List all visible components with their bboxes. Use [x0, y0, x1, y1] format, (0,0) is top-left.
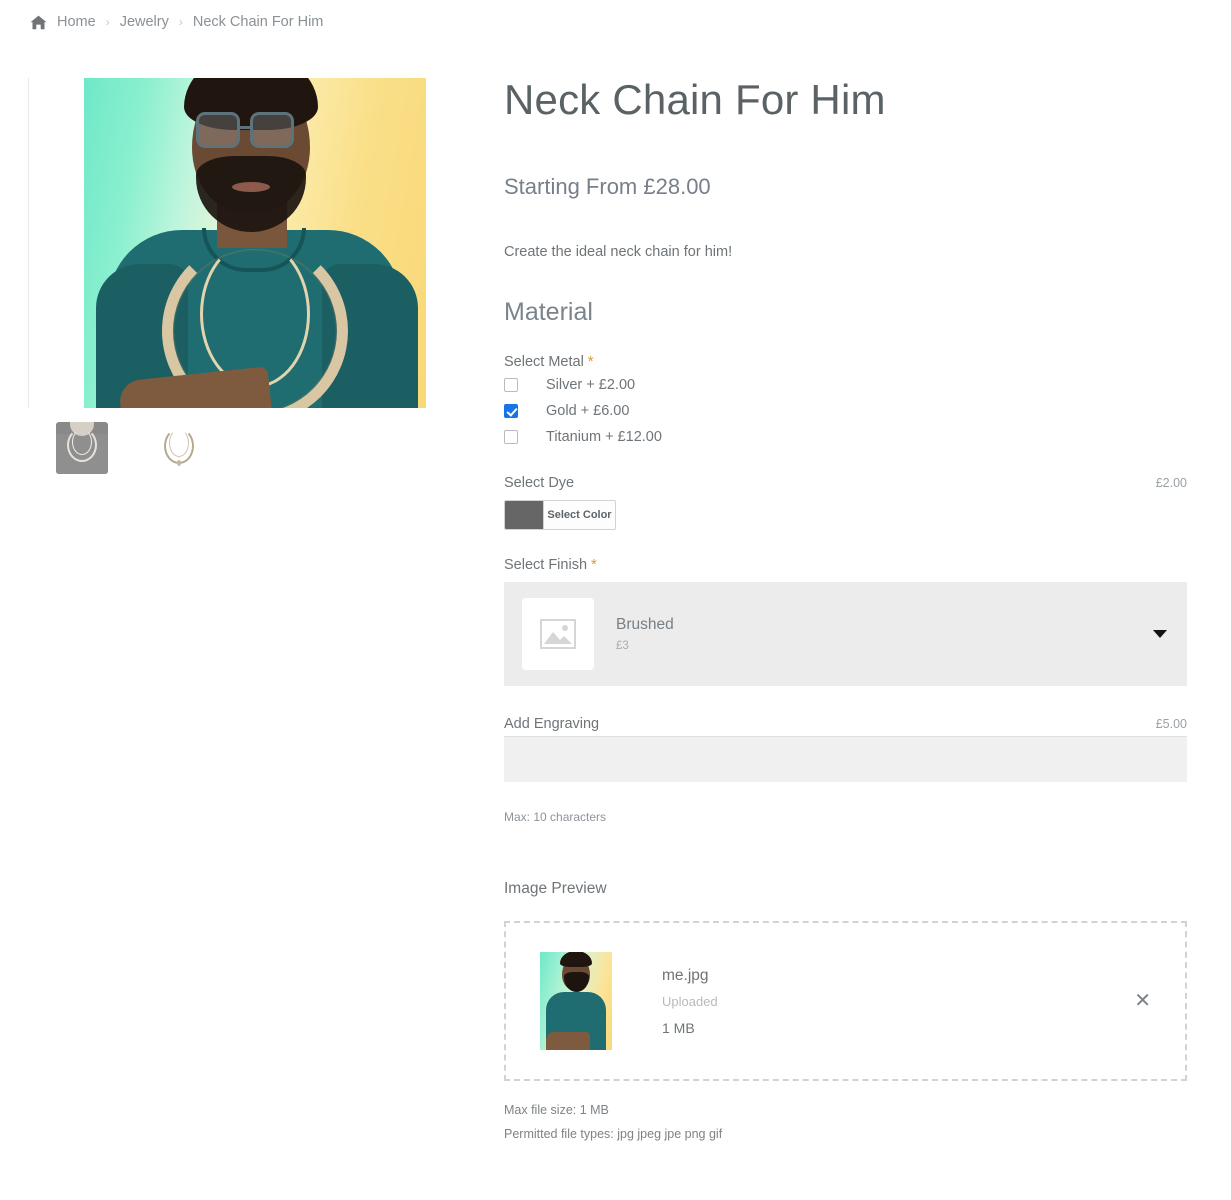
metal-option-silver-label: Silver + £2.00 — [546, 377, 636, 394]
breadcrumb: Home › Jewelry › Neck Chain For Him — [0, 0, 1231, 30]
max-file-size-note: Max file size: 1 MB — [504, 1103, 609, 1118]
finish-selected-text: Brushed £3 — [616, 616, 1153, 652]
select-dye-price: £2.00 — [1155, 476, 1187, 491]
add-engraving-label: Add Engraving — [504, 716, 600, 733]
select-dye-label: Select Dye — [504, 475, 575, 492]
gallery-thumbnail-1[interactable] — [56, 422, 108, 474]
checkbox-silver[interactable] — [504, 378, 518, 393]
breadcrumb-separator-icon: › — [178, 15, 183, 29]
uploaded-file-thumbnail — [540, 952, 612, 1051]
product-details: Neck Chain For Him Starting From £28.00 … — [500, 76, 1231, 1142]
engraving-input[interactable] — [504, 736, 1187, 783]
uploaded-file-name: me.jpg — [662, 966, 709, 984]
metal-option-gold[interactable]: Gold + £6.00 — [504, 403, 1187, 419]
gallery-divider — [28, 78, 29, 408]
select-finish-label-text: Select Finish — [504, 557, 588, 574]
checkbox-titanium[interactable] — [504, 430, 518, 445]
image-placeholder-icon — [522, 598, 594, 671]
select-finish-label: Select Finish * — [504, 556, 1187, 573]
select-metal-label: Select Metal * — [504, 353, 1187, 370]
checkbox-gold[interactable] — [504, 404, 518, 419]
finish-selected-name: Brushed — [616, 616, 674, 634]
image-preview-label: Image Preview — [504, 880, 607, 898]
gallery-thumbnail-2[interactable] — [152, 422, 208, 474]
breadcrumb-item-home[interactable]: Home — [57, 14, 96, 30]
select-dye-row: Select Dye £2.00 — [504, 475, 1187, 491]
breadcrumb-separator-icon: › — [105, 15, 110, 29]
add-engraving-price: £5.00 — [1155, 717, 1187, 732]
finish-selected-price: £3 — [616, 640, 629, 653]
product-description: Create the ideal neck chain for him! — [504, 244, 733, 261]
select-metal-label-text: Select Metal — [504, 354, 584, 371]
color-swatch[interactable] — [505, 501, 543, 530]
page-title: Neck Chain For Him — [504, 76, 886, 123]
starting-price: Starting From £28.00 — [504, 174, 711, 200]
required-marker: * — [587, 353, 594, 371]
chevron-down-icon[interactable] — [1153, 630, 1167, 639]
section-heading-material: Material — [504, 298, 593, 327]
metal-option-silver[interactable]: Silver + £2.00 — [504, 377, 1187, 393]
uploaded-file-meta: me.jpg Uploaded 1 MB — [662, 967, 1124, 1036]
finish-select[interactable]: Brushed £3 — [504, 582, 1187, 687]
close-icon[interactable]: ✕ — [1124, 985, 1161, 1017]
product-gallery — [0, 78, 500, 1141]
product-page: Neck Chain For Him Starting From £28.00 … — [0, 30, 1231, 1141]
add-engraving-row: Add Engraving £5.00 — [504, 716, 1187, 732]
permitted-file-types-note: Permitted file types: jpg jpeg jpe png g… — [504, 1127, 723, 1142]
breadcrumb-item-current: Neck Chain For Him — [192, 14, 324, 30]
breadcrumb-item-jewelry[interactable]: Jewelry — [120, 14, 169, 30]
required-marker: * — [591, 556, 597, 574]
uploaded-file-size: 1 MB — [662, 1019, 695, 1036]
uploaded-file-status: Uploaded — [662, 993, 718, 1009]
gallery-thumbnails — [56, 422, 500, 474]
home-icon[interactable] — [30, 15, 47, 30]
file-dropzone[interactable]: me.jpg Uploaded 1 MB ✕ — [504, 921, 1187, 1082]
color-picker[interactable]: Select Color — [504, 500, 616, 531]
metal-option-titanium-label: Titanium + £12.00 — [546, 429, 662, 446]
engraving-helper-text: Max: 10 characters — [504, 810, 607, 825]
metal-option-gold-label: Gold + £6.00 — [546, 403, 630, 420]
product-main-image[interactable] — [84, 78, 426, 408]
metal-option-titanium[interactable]: Titanium + £12.00 — [504, 429, 1187, 445]
select-color-button[interactable]: Select Color — [543, 501, 615, 530]
